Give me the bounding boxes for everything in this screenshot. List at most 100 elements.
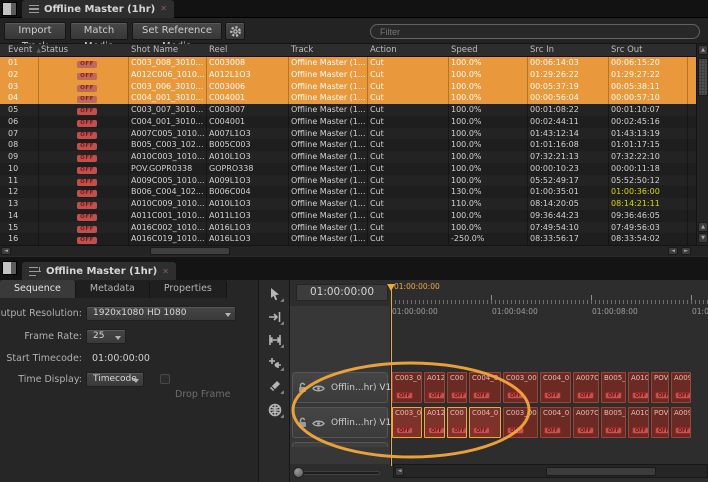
timeline-clip[interactable]: A007COFF [573, 372, 599, 403]
panel-layout-icon-bottom[interactable] [2, 261, 17, 275]
set-reference-media-button[interactable]: Set Reference Media [132, 22, 222, 40]
time-display-select[interactable]: Timecode [86, 372, 144, 387]
timeline-clip[interactable]: A010OFF [628, 407, 649, 438]
frame-rate-select[interactable]: 25 [86, 329, 126, 344]
track-header-v1-2[interactable]: Offlin...hr) V1 [292, 407, 388, 438]
scroll-right-button[interactable]: ► [681, 247, 691, 255]
timeline-clip[interactable]: B005_COFF [601, 372, 626, 403]
filter-input[interactable] [370, 24, 700, 39]
eye-icon[interactable] [312, 413, 325, 432]
column-header-speed[interactable]: Speed [449, 44, 528, 56]
timeline-clip[interactable]: A010OFF [628, 372, 649, 403]
move-clip-tool[interactable] [264, 307, 286, 327]
playhead-line[interactable] [391, 288, 393, 466]
table-row[interactable]: 01OFFC003_008_3010...C003008Offline Mast… [0, 57, 696, 69]
drop-frame-checkbox[interactable] [160, 374, 170, 384]
timeline-clip[interactable]: POVOFF [651, 407, 669, 438]
lock-icon[interactable] [297, 378, 308, 397]
timeline-clip[interactable]: C003_00OFF [392, 372, 422, 403]
timeline-clip[interactable]: POVOFF [651, 372, 669, 403]
table-row[interactable]: 14OFFA011C001_1010...A011L1O3Offline Mas… [0, 210, 696, 222]
table-horizontal-scrollbar[interactable]: ◄ ◄ ► [0, 245, 708, 256]
table-header-row[interactable]: Event▲StatusShot NameReelTrackActionSpee… [0, 44, 696, 57]
table-row[interactable]: 09OFFA010C003_1010...A010L1O3Offline Mas… [0, 151, 696, 163]
table-row[interactable]: 02OFFA012C006_1010...A012L1O3Offline Mas… [0, 69, 696, 81]
table-row[interactable]: 05OFFC003_007_3010...C003007Offline Mast… [0, 104, 696, 116]
scroll-up-button-bottom[interactable]: ▲ [698, 222, 708, 232]
timeline-clip[interactable]: C004_0OFF [540, 407, 571, 438]
timeline-clip[interactable]: C003_00OFF [503, 372, 538, 403]
lock-icon[interactable] [297, 413, 308, 432]
table-row[interactable]: 16OFFA016C019_1010...A016L1O3Offline Mas… [0, 233, 696, 245]
output-resolution-select[interactable]: 1920x1080 HD 1080 [86, 306, 236, 321]
timeline-clip[interactable]: B005_COFF [601, 407, 626, 438]
action-cell: Cut [368, 128, 449, 140]
timeline-clip[interactable]: C004_0OFF [540, 372, 571, 403]
timeline-clip[interactable]: C00OFF [447, 407, 467, 438]
table-row[interactable]: 10OFFPOV.GOPR0338GOPRO338Offline Master … [0, 163, 696, 175]
timeline-clip[interactable]: C003_00OFF [503, 407, 538, 438]
settings-button[interactable] [225, 22, 245, 40]
timeline-zoom-slider[interactable] [296, 471, 380, 475]
table-row[interactable]: 08OFFB005_C003_102...B005C003Offline Mas… [0, 139, 696, 151]
timeline-clip[interactable]: A012COFF [424, 372, 445, 403]
table-row[interactable]: 06OFFC004_001_3010...C004001Offline Mast… [0, 116, 696, 128]
timeline-ruler[interactable]: 01:00:00:0001:00:04:0001:00:08:0001:00:1… [391, 280, 708, 318]
scroll-up-button[interactable]: ▲ [698, 45, 708, 55]
timeline-horizontal-scrollbar[interactable]: ◄ [393, 464, 708, 478]
scroll-down-button[interactable]: ▼ [698, 233, 708, 243]
tab-properties[interactable]: Properties [150, 280, 227, 298]
zoom-slider-knob[interactable] [293, 467, 304, 478]
timeline-clip[interactable]: A012COFF [424, 407, 445, 438]
razor-tool[interactable] [264, 376, 286, 396]
trim-tool[interactable] [264, 330, 286, 350]
timeline-clip[interactable]: C00OFF [447, 372, 467, 403]
column-header-event[interactable]: Event▲ [0, 44, 39, 56]
timeline-clip[interactable]: C004_0OFF [469, 407, 501, 438]
sync-tool[interactable] [264, 400, 286, 420]
eye-icon[interactable] [312, 378, 325, 397]
table-row[interactable]: 12OFFB006_C004_102...B006C004Offline Mas… [0, 186, 696, 198]
column-header-src-out[interactable]: Src Out [609, 44, 688, 56]
table-row[interactable]: 13OFFA010C009_1010...A010L1O3Offline Mas… [0, 198, 696, 210]
timeline-clip[interactable]: A009OFF [671, 407, 691, 438]
timeline-scroll-grip[interactable] [546, 467, 656, 476]
table-row[interactable]: 03OFFC003_006_3010...C003006Offline Mast… [0, 81, 696, 93]
column-header-track[interactable]: Track [289, 44, 368, 56]
import-track-button[interactable]: Import Track [4, 22, 66, 40]
table-vertical-scrollbar[interactable]: ▲ ▲ ▼ [696, 44, 708, 245]
table-row[interactable]: 07OFFA007C005_1010...A007L1O3Offline Mas… [0, 128, 696, 140]
current-timecode-display[interactable]: 01:00:00:00 [296, 284, 388, 301]
select-tool[interactable] [264, 284, 286, 304]
status-badge: OFF [77, 143, 97, 150]
bottom-tab-close-icon[interactable]: ✕ [162, 268, 169, 276]
top-tab-offline-master[interactable]: Offline Master (1hr) ✕ [22, 0, 174, 18]
track-header-v1-1[interactable]: Offlin...hr) V1 [292, 372, 388, 403]
timeline-clip[interactable]: A007COFF [573, 407, 599, 438]
slide-tool[interactable] [264, 353, 286, 373]
tab-metadata[interactable]: Metadata [76, 280, 150, 298]
ruler-timecode-label: 01:00:00:00 [392, 307, 438, 316]
tab-menu-icon[interactable] [29, 5, 39, 13]
column-header-reel[interactable]: Reel [207, 44, 289, 56]
timeline-scroll-left-button[interactable]: ◄ [395, 467, 404, 476]
horizontal-scroll-grip[interactable] [150, 247, 230, 255]
bottom-tab-offline-master[interactable]: Offline Master (1hr) ✕ [22, 262, 176, 281]
table-row[interactable]: 15OFFA016C002_1010...A016L1O3Offline Mas… [0, 222, 696, 234]
table-row[interactable]: 04OFFC004_001_3010...C004001Offline Mast… [0, 92, 696, 104]
column-header-action[interactable]: Action [368, 44, 449, 56]
scroll-left-button-2[interactable]: ◄ [668, 247, 678, 255]
vertical-scroll-grip[interactable] [698, 58, 708, 96]
tab-sequence[interactable]: Sequence [0, 280, 76, 298]
timeline-clip[interactable]: C004_0OFF [469, 372, 501, 403]
table-row[interactable]: 11OFFA009C005_1010...A009L1O3Offline Mas… [0, 175, 696, 187]
column-header-shot-name[interactable]: Shot Name [129, 44, 207, 56]
column-header-status[interactable]: Status [39, 44, 129, 56]
tab-close-icon[interactable]: ✕ [160, 5, 167, 13]
scroll-left-button[interactable]: ◄ [1, 247, 11, 255]
timeline-clip[interactable]: C003_00OFF [392, 407, 422, 438]
column-header-src-in[interactable]: Src In [528, 44, 609, 56]
match-media-button[interactable]: Match Media [70, 22, 128, 40]
timeline-clip[interactable]: A009OFF [671, 372, 691, 403]
panel-layout-icon[interactable] [2, 2, 17, 16]
